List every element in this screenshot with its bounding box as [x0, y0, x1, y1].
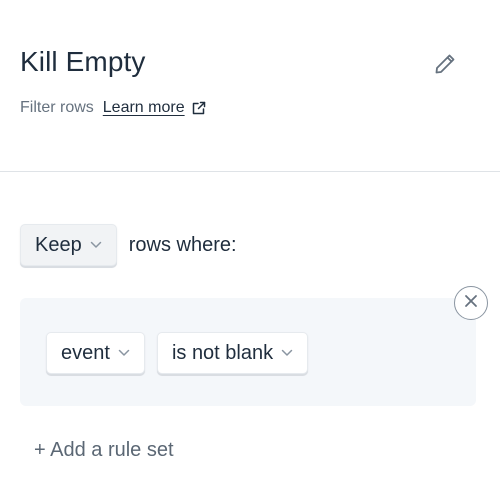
- filter-rule: event is not blank: [46, 332, 309, 374]
- chevron-down-icon: [281, 349, 293, 357]
- filter-step-panel: Kill Empty Filter rows Learn more Keep r…: [0, 0, 500, 486]
- close-icon: [464, 294, 478, 313]
- step-title: Kill Empty: [20, 46, 146, 77]
- chevron-down-icon: [118, 349, 130, 357]
- filter-mode-value: Keep: [35, 233, 82, 256]
- column-value: event: [61, 341, 110, 364]
- step-type-label: Filter rows: [20, 99, 94, 116]
- header-divider: [0, 171, 500, 172]
- filter-mode-dropdown[interactable]: Keep: [20, 224, 117, 266]
- chevron-down-icon: [90, 241, 102, 249]
- pencil-icon: [433, 52, 457, 81]
- step-header: Kill Empty Filter rows Learn more: [0, 0, 500, 172]
- add-ruleset-button[interactable]: + Add a rule set: [34, 439, 174, 462]
- rows-where-label: rows where:: [128, 233, 237, 256]
- external-link-icon[interactable]: [191, 100, 207, 116]
- rule-set: event is not blank: [20, 298, 476, 406]
- learn-more-link[interactable]: Learn more: [103, 99, 185, 117]
- edit-title-button[interactable]: [430, 51, 460, 81]
- step-subtitle: Filter rows Learn more: [20, 99, 207, 117]
- filter-mode-row: Keep rows where:: [20, 224, 237, 266]
- condition-value: is not blank: [171, 341, 274, 364]
- column-dropdown[interactable]: event: [46, 332, 145, 374]
- condition-dropdown[interactable]: is not blank: [156, 332, 309, 374]
- remove-ruleset-button[interactable]: [454, 286, 488, 320]
